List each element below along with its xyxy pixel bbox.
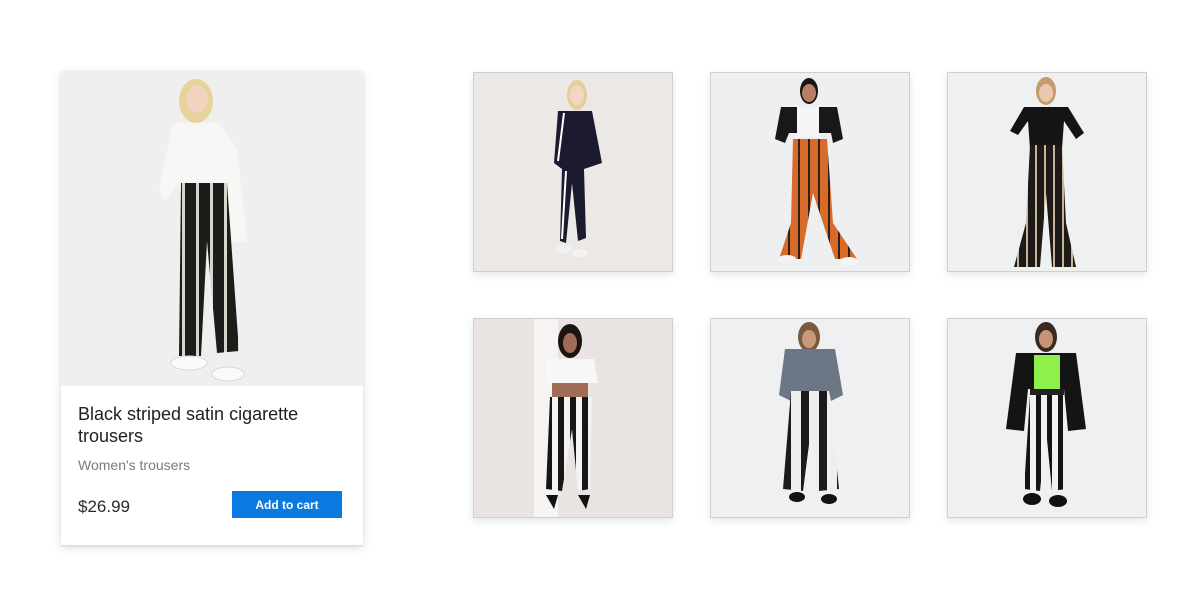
thumbnail-3[interactable] [947, 72, 1147, 272]
product-category: Women's trousers [78, 457, 191, 473]
thumbnail-4[interactable] [473, 318, 673, 518]
add-to-cart-button[interactable]: Add to cart [232, 491, 342, 518]
thumbnail-1[interactable] [473, 72, 673, 272]
product-price: $26.99 [78, 497, 130, 516]
thumbnail-2[interactable] [710, 72, 910, 272]
product-title: Black striped satin cigarette trousers [78, 404, 299, 446]
product-main-image[interactable] [61, 71, 363, 386]
product-card: Black striped satin cigarette trousers W… [61, 71, 363, 545]
thumbnail-5[interactable] [710, 318, 910, 518]
thumbnail-6[interactable] [947, 318, 1147, 518]
